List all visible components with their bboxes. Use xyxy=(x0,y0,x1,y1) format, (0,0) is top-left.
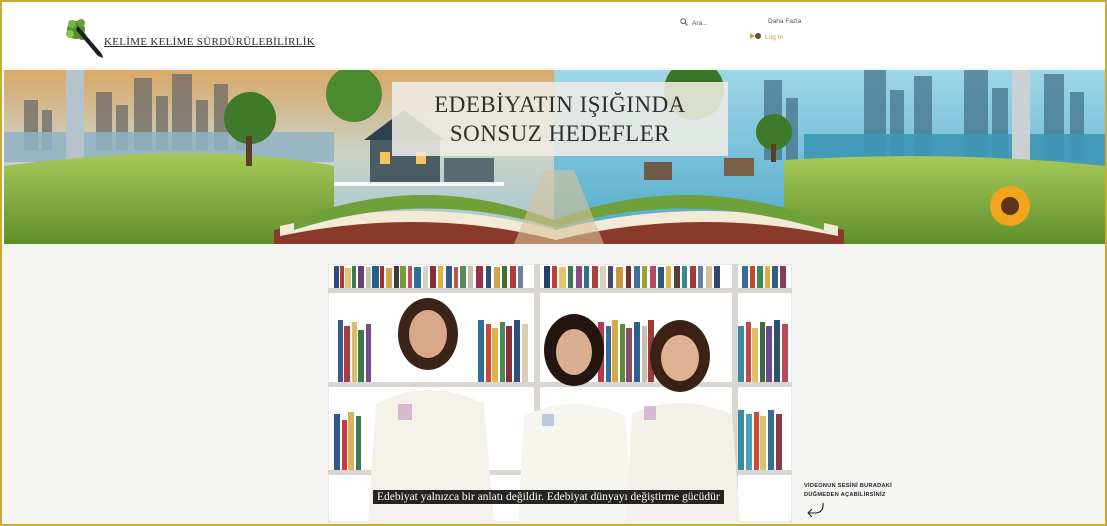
hint-line2: DÜĞMEDEN AÇABİLİRSİNİZ xyxy=(804,492,886,498)
video-subtitle: Edebiyat yalnızca bir anlatı değildir. E… xyxy=(373,490,724,504)
video-frame xyxy=(328,264,792,522)
hero-title-line1: EDEBİYATIN IŞIĞINDA xyxy=(434,92,686,117)
hero-banner: EDEBİYATIN IŞIĞINDA SONSUZ HEDEFLER xyxy=(4,70,1105,244)
site-header: KELİME KELİME SÜRDÜRÜLEBİLİRLİK Ara... D… xyxy=(2,2,1105,68)
login-button[interactable]: Log In xyxy=(750,32,783,42)
hero-title-box: EDEBİYATIN IŞIĞINDA SONSUZ HEDEFLER xyxy=(392,82,728,156)
search-field[interactable]: Ara... xyxy=(680,18,708,28)
return-arrow-icon xyxy=(806,502,828,523)
logo-leaf-pen-icon xyxy=(62,12,108,58)
logo-text: KELİME KELİME SÜRDÜRÜLEBİLİRLİK xyxy=(104,36,315,48)
site-logo[interactable]: KELİME KELİME SÜRDÜRÜLEBİLİRLİK xyxy=(62,12,315,58)
hint-line1: VİDEONUN SESİNİ BURADAKİ xyxy=(804,483,893,489)
user-avatar-icon xyxy=(750,32,762,42)
search-icon xyxy=(680,18,688,28)
search-placeholder: Ara... xyxy=(692,19,708,27)
login-label: Log In xyxy=(765,33,784,41)
video-player[interactable]: Edebiyat yalnızca bir anlatı değildir. E… xyxy=(328,264,792,522)
more-menu[interactable]: Daha Fazla xyxy=(768,18,801,25)
hero-title-line2: SONSUZ HEDEFLER xyxy=(449,121,671,146)
video-sound-hint: VİDEONUN SESİNİ BURADAKİ DÜĞMEDEN AÇABİL… xyxy=(804,482,924,500)
